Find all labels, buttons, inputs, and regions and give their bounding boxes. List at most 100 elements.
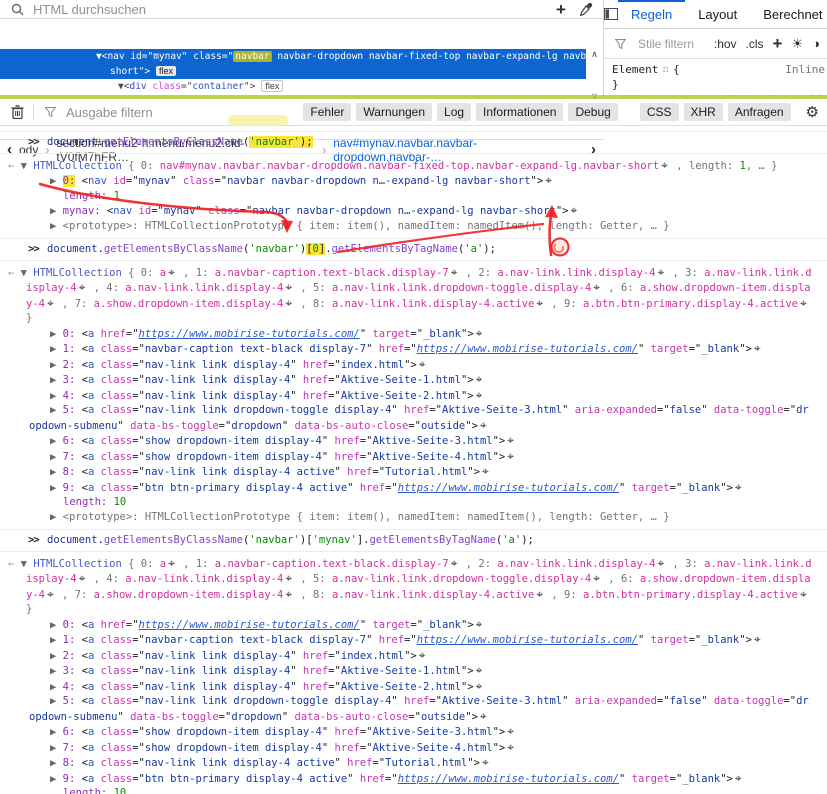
filter-button-warnungen[interactable]: Warnungen	[356, 103, 432, 121]
inspect-target-icon[interactable]: ⌖	[591, 280, 602, 294]
dark-scheme-icon[interactable]: ◑	[812, 36, 820, 51]
expand-toggle-icon[interactable]: ▼	[21, 160, 34, 172]
inspect-target-icon[interactable]: ⌖	[166, 556, 177, 570]
expand-toggle-icon[interactable]: ▶	[50, 726, 63, 738]
filter-button-anfragen[interactable]: Anfragen	[728, 103, 791, 121]
inspect-target-icon[interactable]: ⌖	[505, 449, 516, 463]
expand-toggle-icon[interactable]: ▶	[50, 175, 63, 187]
inspect-target-icon[interactable]: ⌖	[166, 265, 177, 279]
inspect-target-icon[interactable]: ⌖	[474, 617, 485, 631]
inspect-target-icon[interactable]: ⌖	[474, 326, 485, 340]
filter-button-debug[interactable]: Debug	[568, 103, 617, 121]
expand-toggle-icon[interactable]: ▶	[50, 773, 63, 785]
inspect-target-icon[interactable]: ⌖	[478, 418, 489, 432]
filter-button-css[interactable]: CSS	[640, 103, 679, 121]
expand-toggle-icon[interactable]: ▶	[50, 390, 63, 402]
inspect-target-icon[interactable]: ⌖	[478, 709, 489, 723]
expand-toggle-icon[interactable]: ▶	[50, 681, 63, 693]
expand-toggle-icon[interactable]: ▶	[50, 435, 63, 447]
inspect-target-icon[interactable]: ⌖	[474, 372, 485, 386]
inspect-target-icon[interactable]: ⌖	[543, 173, 554, 187]
filter-button-fehler[interactable]: Fehler	[303, 103, 351, 121]
filter-button-informationen[interactable]: Informationen	[476, 103, 563, 121]
expand-toggle-icon[interactable]: ▶	[50, 757, 63, 769]
inspect-target-icon[interactable]: ⌖	[45, 296, 56, 310]
markup-row-nav-line2[interactable]: short">flex	[0, 64, 586, 79]
inspect-target-icon[interactable]: ⌖	[733, 480, 744, 494]
expand-toggle-icon[interactable]: ▶	[50, 404, 63, 416]
flex-highlight-icon[interactable]: ∷	[662, 62, 669, 77]
html-search-input[interactable]: HTML durchsuchen	[33, 2, 545, 17]
inspect-target-icon[interactable]: ⌖	[474, 388, 485, 402]
expand-toggle-icon[interactable]: ▶	[50, 374, 63, 386]
styles-filter-input[interactable]: Stile filtern	[638, 37, 705, 51]
add-rule-button[interactable]: +	[773, 35, 783, 52]
expand-toggle-icon[interactable]: ▶	[50, 220, 63, 232]
scroll-up-icon[interactable]: ∧	[587, 48, 602, 62]
tab-regeln[interactable]: Regeln	[618, 0, 685, 28]
expand-toggle-icon[interactable]: ▶	[50, 650, 63, 662]
pseudo-class-button[interactable]: :hov	[714, 37, 737, 51]
inspect-target-icon[interactable]: ⌖	[534, 296, 545, 310]
inspect-target-icon[interactable]: ⌖	[505, 740, 516, 754]
add-node-button[interactable]: +	[552, 0, 570, 18]
inspect-target-icon[interactable]: ⌖	[283, 296, 294, 310]
inspect-target-icon[interactable]: ⌖	[659, 158, 670, 172]
clear-console-icon[interactable]	[8, 103, 26, 121]
console-filter-input[interactable]: Ausgabe filtern	[66, 105, 153, 120]
class-panel-button[interactable]: .cls	[746, 37, 764, 51]
eyedropper-icon[interactable]	[577, 0, 595, 18]
inspect-target-icon[interactable]: ⌖	[480, 464, 491, 478]
expand-toggle-icon[interactable]: ▼	[21, 267, 34, 279]
inspect-target-icon[interactable]: ⌖	[505, 433, 516, 447]
inspect-target-icon[interactable]: ⌖	[480, 755, 491, 769]
inspect-target-icon[interactable]: ⌖	[474, 679, 485, 693]
inspect-target-icon[interactable]: ⌖	[449, 556, 460, 570]
light-scheme-icon[interactable]: ☀	[791, 36, 803, 52]
expand-toggle-icon[interactable]: ▶	[50, 451, 63, 463]
expand-toggle-icon[interactable]: ▶	[50, 328, 63, 340]
expand-toggle-icon[interactable]: ▶	[50, 619, 63, 631]
expand-toggle-icon[interactable]: ▶	[50, 359, 63, 371]
expand-toggle-icon[interactable]: ▶	[50, 634, 63, 646]
rule-element[interactable]: Element ∷ { Inline	[612, 62, 827, 77]
inspect-target-icon[interactable]: ⌖	[45, 587, 56, 601]
filter-button-log[interactable]: Log	[437, 103, 471, 121]
inspect-target-icon[interactable]: ⌖	[449, 265, 460, 279]
inspect-target-icon[interactable]: ⌖	[283, 587, 294, 601]
tab-layout[interactable]: Layout	[685, 0, 750, 28]
inspect-target-icon[interactable]: ⌖	[752, 632, 763, 646]
expand-toggle-icon[interactable]: ▶	[50, 742, 63, 754]
inspect-target-icon[interactable]: ⌖	[417, 357, 428, 371]
inspect-target-icon[interactable]: ⌖	[474, 663, 485, 677]
inspect-target-icon[interactable]: ⌖	[655, 556, 666, 570]
inspect-target-icon[interactable]: ⌖	[283, 571, 294, 585]
expand-toggle-icon[interactable]: ▶	[50, 205, 63, 217]
filter-button-xhr[interactable]: XHR	[684, 103, 723, 121]
expand-toggle-icon[interactable]: ▶	[50, 482, 63, 494]
markup-row-nav-line1[interactable]: ▼<nav id="mynav" class="navbar navbar-dr…	[0, 49, 586, 64]
console-settings-gear-icon[interactable]: ⚙	[806, 103, 819, 121]
panel-toggle-icon[interactable]	[604, 0, 618, 28]
rule-source-link[interactable]: Inline	[785, 62, 825, 77]
inspect-target-icon[interactable]: ⌖	[534, 587, 545, 601]
inspect-target-icon[interactable]: ⌖	[752, 341, 763, 355]
inspect-target-icon[interactable]: ⌖	[798, 587, 809, 601]
inspect-target-icon[interactable]: ⌖	[283, 280, 294, 294]
expand-toggle-icon[interactable]: ▶	[50, 343, 63, 355]
inspect-target-icon[interactable]: ⌖	[505, 724, 516, 738]
inspect-target-icon[interactable]: ⌖	[591, 571, 602, 585]
inspect-target-icon[interactable]: ⌖	[77, 571, 88, 585]
inspect-target-icon[interactable]: ⌖	[655, 265, 666, 279]
expand-toggle-icon[interactable]: ▶	[50, 695, 63, 707]
inspect-target-icon[interactable]: ⌖	[798, 296, 809, 310]
tab-berechnet[interactable]: Berechnet	[750, 0, 827, 28]
expand-toggle-icon[interactable]: ▼	[21, 558, 34, 570]
inspect-target-icon[interactable]: ⌖	[77, 280, 88, 294]
expand-toggle-icon[interactable]: ▶	[50, 511, 63, 523]
inspect-target-icon[interactable]: ⌖	[733, 771, 744, 785]
markup-row-container[interactable]: ▼<div class="container">flex	[0, 79, 603, 94]
inspect-target-icon[interactable]: ⌖	[417, 648, 428, 662]
inspect-target-icon[interactable]: ⌖	[568, 203, 579, 217]
expand-toggle-icon[interactable]: ▶	[50, 466, 63, 478]
